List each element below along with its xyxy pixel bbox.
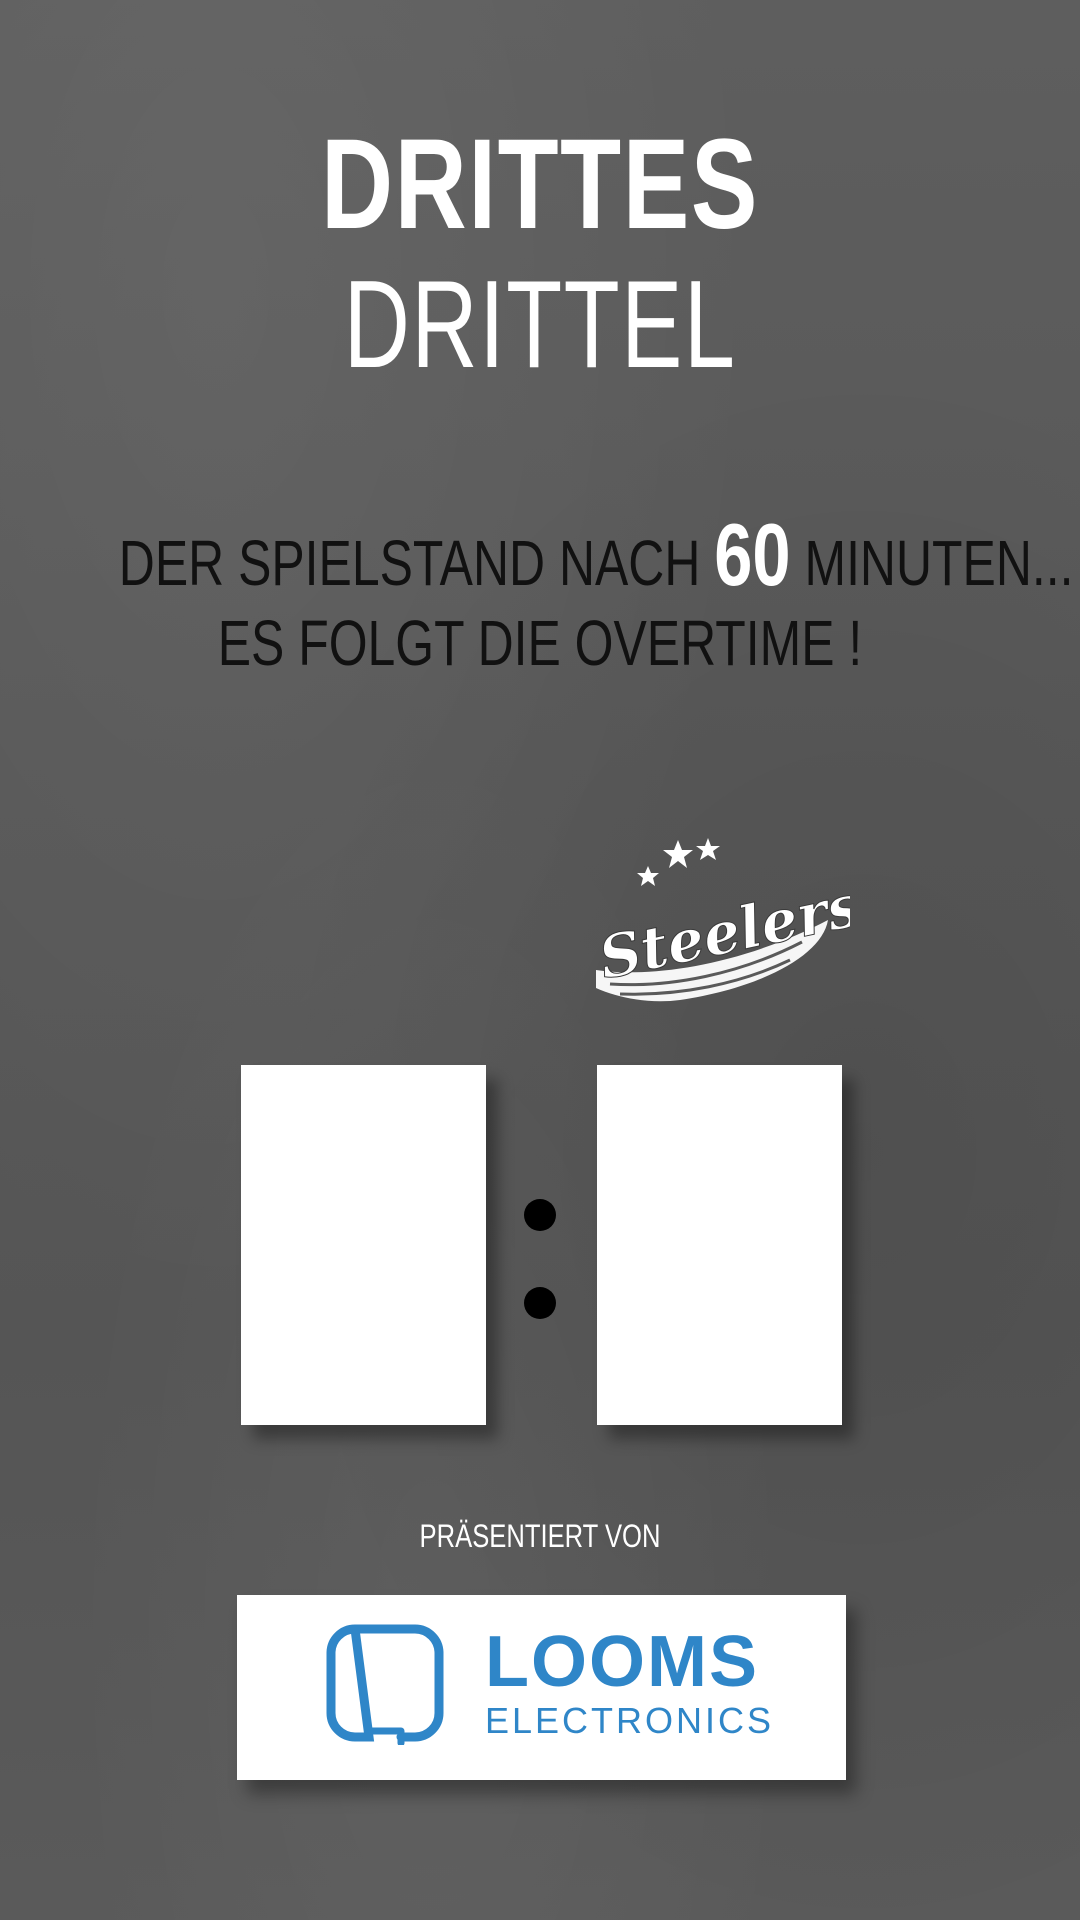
minutes-number: 60 [714,505,791,604]
subtitle-line-1: DER SPIELSTAND NACH 60 MINUTEN... [118,511,1074,599]
subtitle-line-2: ES FOLGT DIE OVERTIME ! [217,607,863,679]
sponsor-subname: ELECTRONICS [485,1700,775,1741]
steelers-logo: Steelers [592,838,850,1002]
title-line-1: DRITTES [320,113,760,256]
subtitle-prefix: DER SPIELSTAND NACH [118,527,701,599]
stars-icon [637,838,720,886]
title-line-2: DRITTEL [343,256,737,394]
sponsor-name: LOOMS [485,1622,759,1702]
home-score-box [241,1065,486,1425]
colon-dot-bottom [524,1287,556,1319]
away-score-box [597,1065,842,1425]
colon-dot-top [524,1199,556,1231]
looms-logo-icon [326,1624,444,1745]
subtitle-suffix: MINUTEN... [804,527,1074,599]
sponsor-banner: LOOMS ELECTRONICS [237,1595,846,1780]
presented-by-label: PRÄSENTIERT VON [419,1518,661,1554]
